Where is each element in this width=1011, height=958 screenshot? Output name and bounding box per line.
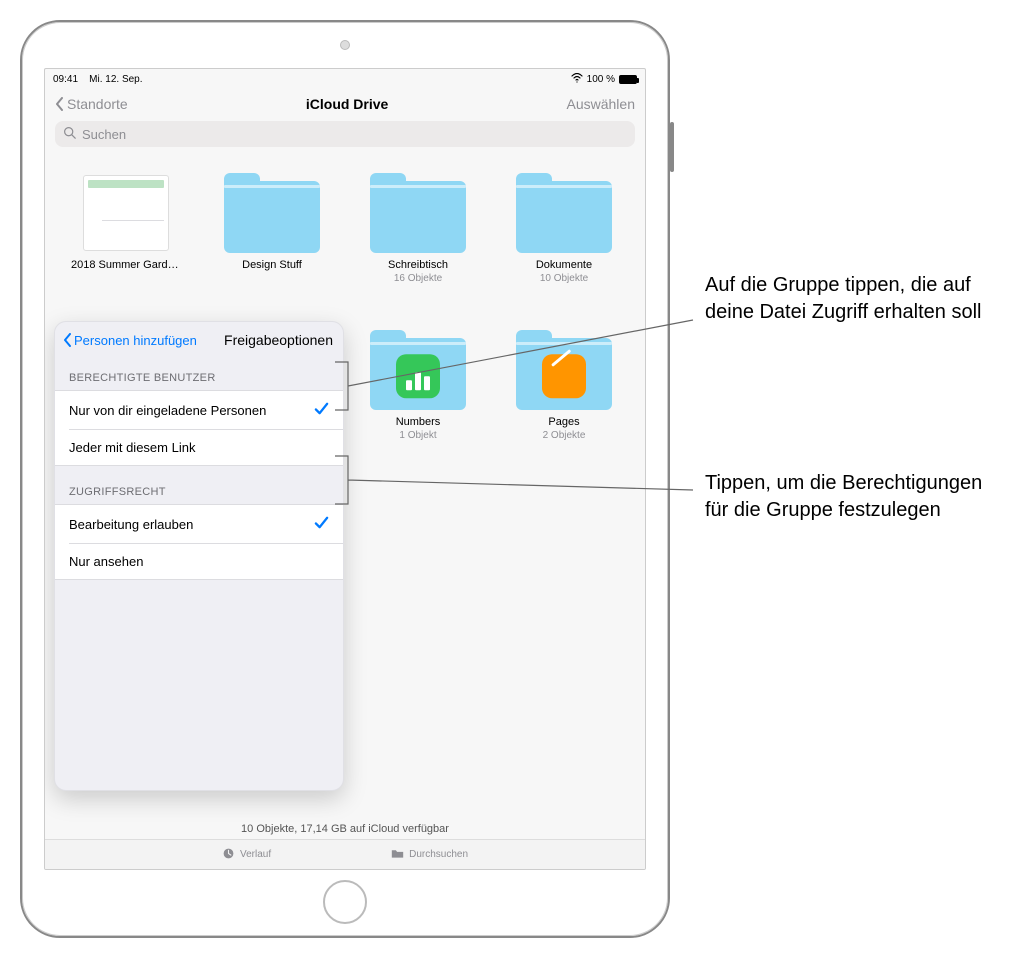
- leader-lines: [0, 0, 1011, 958]
